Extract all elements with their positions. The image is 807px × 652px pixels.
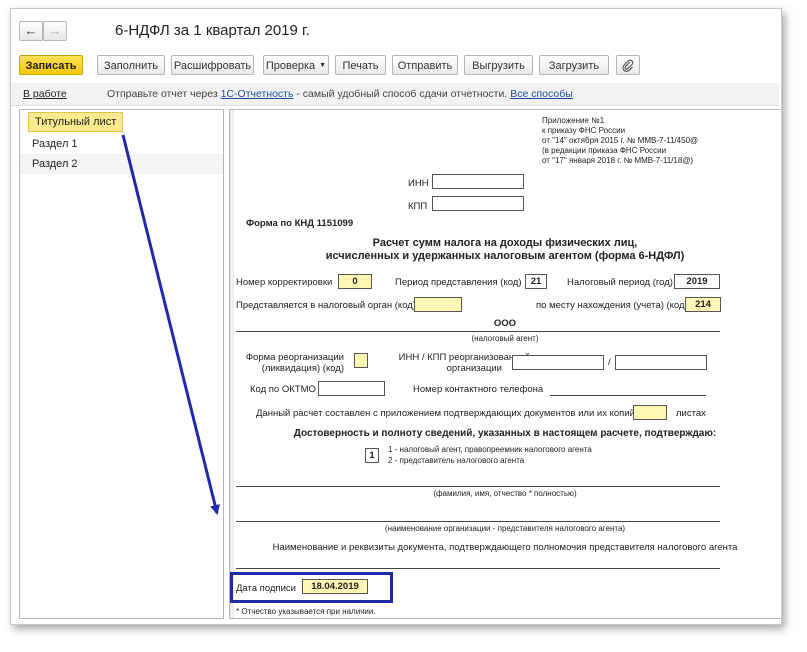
sidebar-item-title-page[interactable]: Титульный лист — [20, 112, 223, 132]
arrow-right-icon: → — [48, 23, 62, 38]
reorg-inn-field[interactable] — [512, 355, 604, 370]
back-button[interactable]: ← — [19, 21, 43, 41]
phone-label: Номер контактного телефона — [413, 384, 544, 395]
oktmo-label: Код по ОКТМО — [250, 384, 316, 395]
authority-label: Представляется в налоговый орган (код) — [236, 300, 416, 311]
pages-suffix: листах — [676, 408, 706, 419]
correction-field[interactable]: 0 — [338, 274, 372, 289]
info-text-after: - самый удобный способ сдачи отчетности. — [296, 88, 508, 100]
location-field[interactable]: 214 — [685, 297, 721, 312]
sidebar-item-section-2[interactable]: Раздел 2 — [20, 154, 223, 174]
fio-underline[interactable] — [236, 486, 720, 487]
signer-option-1: 1 - налоговый агент, правопреемник налог… — [388, 445, 592, 454]
sidebar-item-label: Раздел 2 — [32, 158, 78, 170]
arrow-left-icon: ← — [24, 23, 38, 38]
signer-option-2: 2 - представитель налогового агента — [388, 456, 525, 465]
form-heading-2: исчисленных и удержанных налоговым агент… — [325, 250, 685, 262]
tax-period-label: Налоговый период (год) — [567, 277, 673, 288]
agent-caption: (налоговый агент) — [471, 334, 539, 343]
period-label: Период представления (код) — [395, 277, 522, 288]
appendix-line-4: (в редакции приказа ФНС России — [542, 146, 667, 155]
sidebar-item-label: Титульный лист — [28, 112, 124, 132]
appendix-line-1: Приложение №1 — [542, 116, 605, 125]
window-title: 6-НДФЛ за 1 квартал 2019 г. — [115, 22, 310, 39]
doc-caption: Наименование и реквизиты документа, подт… — [272, 542, 738, 553]
service-link[interactable]: 1С-Отчетность — [221, 88, 294, 100]
reorg-form-label-2: (ликвидация) (код) — [261, 363, 344, 374]
reorg-slash: / — [608, 357, 611, 368]
inn-field[interactable] — [432, 174, 524, 189]
save-button[interactable]: Записать — [19, 55, 83, 75]
phone-underline[interactable] — [550, 395, 706, 396]
kpp-label: КПП — [408, 201, 428, 212]
decode-button[interactable]: Расшифровать — [171, 55, 254, 75]
location-label: по месту нахождения (учета) (код) — [536, 300, 688, 311]
all-methods-link[interactable]: Все способы — [510, 88, 573, 100]
reorg-inn-label-1: ИНН / КПП реорганизованной — [398, 352, 530, 363]
print-button[interactable]: Печать — [335, 55, 386, 75]
info-text: Отправьте отчет через 1С-Отчетность - са… — [107, 83, 573, 105]
correction-label: Номер корректировки — [236, 277, 333, 288]
info-bar: В работе Отправьте отчет через 1С-Отчетн… — [11, 83, 779, 106]
pages-label: Данный расчет составлен с приложением по… — [256, 408, 649, 419]
info-text-before: Отправьте отчет через — [107, 88, 218, 100]
fill-button[interactable]: Заполнить — [97, 55, 165, 75]
org-underline[interactable] — [236, 521, 720, 522]
appendix-line-5: от "17" января 2018 г. № ММВ-7-11/18@) — [542, 156, 694, 165]
check-dropdown-button[interactable]: Проверка ▼ — [263, 55, 329, 75]
fio-caption: (фамилия, имя, отчество * полностью) — [433, 489, 577, 498]
doc-underline[interactable] — [236, 568, 720, 569]
oktmo-field[interactable] — [318, 381, 385, 396]
inn-label: ИНН — [408, 178, 429, 189]
agent-name: ООО — [493, 318, 517, 329]
knd-label: Форма по КНД 1151099 — [246, 218, 354, 229]
status-link[interactable]: В работе — [23, 83, 67, 105]
footnote: * Отчество указывается при наличии. — [236, 607, 376, 616]
kpp-field[interactable] — [432, 196, 524, 211]
attach-button[interactable] — [616, 55, 640, 75]
agent-underline — [236, 331, 720, 332]
reorg-kpp-field[interactable] — [615, 355, 707, 370]
sidebar-item-label: Раздел 1 — [32, 138, 78, 150]
import-button[interactable]: Загрузить — [539, 55, 609, 75]
export-button[interactable]: Выгрузить — [464, 55, 533, 75]
send-button[interactable]: Отправить — [392, 55, 458, 75]
confirm-heading: Достоверность и полноту сведений, указан… — [293, 428, 717, 439]
paperclip-icon — [622, 59, 634, 72]
appendix-line-3: от "14" октября 2015 г. № ММВ-7-11/450@ — [542, 136, 699, 145]
org-caption: (наименование организации - представител… — [384, 524, 626, 533]
tax-period-field[interactable]: 2019 — [674, 274, 720, 289]
appendix-line-2: к приказу ФНС России — [542, 126, 626, 135]
report-window: ← → 6-НДФЛ за 1 квартал 2019 г. Записать… — [10, 8, 782, 625]
reorg-inn-label-2: организации — [446, 363, 502, 374]
form-document: Приложение №1 к приказу ФНС России от "1… — [229, 109, 780, 619]
reorg-form-field[interactable] — [354, 353, 368, 368]
period-field[interactable]: 21 — [525, 274, 547, 289]
sidebar-item-section-1[interactable]: Раздел 1 — [20, 134, 223, 154]
sections-panel: Титульный лист Раздел 1 Раздел 2 — [19, 109, 224, 619]
sign-date-highlight — [230, 572, 393, 603]
signer-code-field[interactable]: 1 — [365, 448, 379, 463]
check-button-label: Проверка — [265, 60, 316, 72]
authority-field[interactable] — [414, 297, 462, 312]
reorg-form-label-1: Форма реорганизации — [245, 352, 344, 363]
form-heading-1: Расчет сумм налога на доходы физических … — [372, 237, 638, 249]
forward-button[interactable]: → — [43, 21, 67, 41]
pages-field[interactable] — [633, 405, 667, 420]
chevron-down-icon: ▼ — [319, 62, 327, 70]
